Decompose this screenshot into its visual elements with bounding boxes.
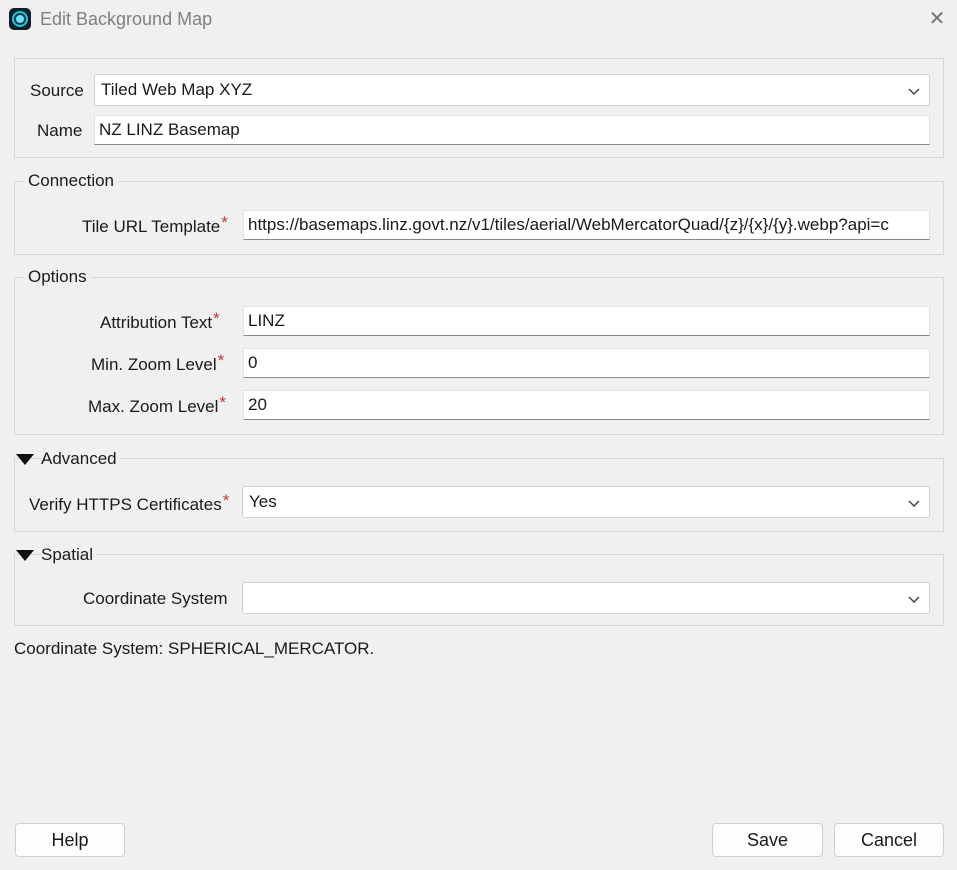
coordinate-system-status: Coordinate System: SPHERICAL_MERCATOR. bbox=[14, 639, 375, 658]
connection-group: Tile URL Template* https://basemaps.linz… bbox=[14, 181, 944, 255]
collapse-triangle-icon bbox=[16, 550, 34, 561]
max-zoom-label: Max. Zoom Level* bbox=[88, 393, 227, 416]
source-label: Source bbox=[30, 81, 84, 100]
name-field[interactable]: NZ LINZ Basemap bbox=[94, 115, 930, 145]
required-marker: * bbox=[222, 491, 230, 510]
spatial-group: Coordinate System bbox=[14, 554, 944, 626]
min-zoom-label: Min. Zoom Level* bbox=[91, 351, 225, 374]
window-title: Edit Background Map bbox=[40, 9, 213, 29]
name-label: Name bbox=[37, 121, 83, 140]
verify-https-label: Verify HTTPS Certificates* bbox=[29, 491, 230, 514]
required-marker: * bbox=[219, 393, 227, 412]
advanced-group: Verify HTTPS Certificates* Yes bbox=[14, 458, 944, 532]
advanced-legend: Advanced bbox=[41, 449, 121, 469]
chevron-down-icon bbox=[908, 596, 920, 604]
collapse-triangle-icon bbox=[16, 454, 34, 465]
required-marker: * bbox=[221, 213, 228, 232]
coordinate-system-label: Coordinate System bbox=[83, 589, 228, 608]
tile-url-field[interactable]: https://basemaps.linz.govt.nz/v1/tiles/a… bbox=[243, 210, 930, 240]
source-select-value: Tiled Web Map XYZ bbox=[101, 80, 253, 99]
help-button[interactable]: Help bbox=[15, 823, 125, 857]
title-bar: Edit Background Map ✕ bbox=[0, 0, 957, 38]
verify-https-value: Yes bbox=[249, 492, 277, 511]
chevron-down-icon bbox=[908, 88, 920, 96]
source-select[interactable]: Tiled Web Map XYZ bbox=[94, 74, 930, 106]
max-zoom-field[interactable]: 20 bbox=[243, 390, 930, 420]
verify-https-select[interactable]: Yes bbox=[242, 486, 930, 518]
required-marker: * bbox=[213, 309, 220, 328]
options-legend: Options bbox=[24, 267, 91, 287]
cancel-button[interactable]: Cancel bbox=[834, 823, 944, 857]
connection-legend: Connection bbox=[24, 171, 119, 191]
source-name-group: Source Tiled Web Map XYZ Name NZ LINZ Ba… bbox=[14, 58, 944, 158]
spatial-legend: Spatial bbox=[41, 545, 97, 565]
required-marker: * bbox=[217, 351, 225, 370]
tile-url-label: Tile URL Template* bbox=[82, 213, 228, 236]
attribution-label: Attribution Text* bbox=[100, 309, 220, 332]
save-button[interactable]: Save bbox=[712, 823, 823, 857]
chevron-down-icon bbox=[908, 500, 920, 508]
coordinate-system-select[interactable] bbox=[242, 582, 930, 614]
attribution-field[interactable]: LINZ bbox=[243, 306, 930, 336]
app-logo-icon bbox=[9, 8, 31, 30]
options-group: Attribution Text* LINZ Min. Zoom Level* … bbox=[14, 277, 944, 435]
min-zoom-field[interactable]: 0 bbox=[243, 348, 930, 378]
close-icon[interactable]: ✕ bbox=[920, 4, 954, 34]
